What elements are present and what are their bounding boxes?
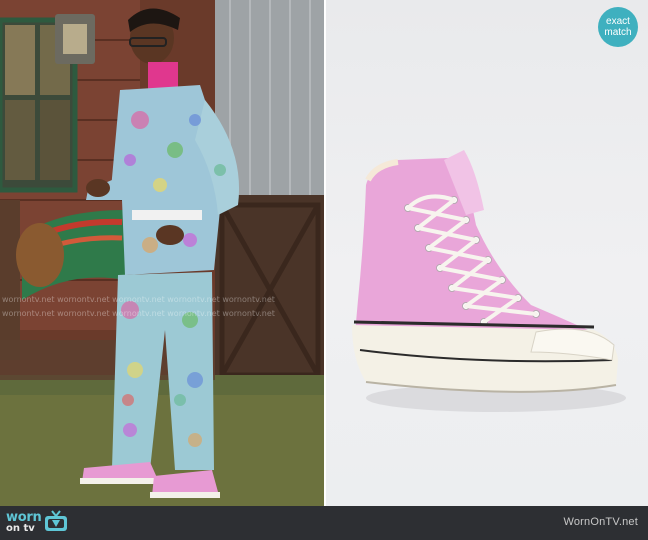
logo-line2: on tv	[6, 522, 35, 534]
site-logo[interactable]: worn on tv	[6, 509, 68, 537]
badge-line2: match	[604, 27, 632, 38]
tv-icon	[44, 509, 68, 537]
svg-text:wornontv.net wornontv.net wo: wornontv.net wornontv.net wornontv.net w…	[2, 295, 275, 304]
site-name: WornOnTV.net	[563, 516, 638, 528]
footer-bar: worn on tv WornOnTV.net	[0, 506, 648, 540]
pink-high-top-sneaker	[352, 150, 626, 412]
logo-text: worn on tv	[6, 509, 42, 534]
logo-line1: worn	[6, 509, 42, 525]
scene-photo: wornontv.net wornontv.net wornontv.net w…	[0, 0, 324, 506]
badge-line1: exact	[606, 16, 630, 27]
product-photo	[326, 0, 648, 506]
svg-text:wornontv.net wornontv.net wo: wornontv.net wornontv.net wornontv.net w…	[2, 309, 275, 318]
outfit-card: wornontv.net wornontv.net wornontv.net w…	[0, 0, 648, 540]
exact-match-badge[interactable]: exact match	[598, 7, 638, 47]
scene-illustration: wornontv.net wornontv.net wornontv.net w…	[0, 0, 324, 506]
